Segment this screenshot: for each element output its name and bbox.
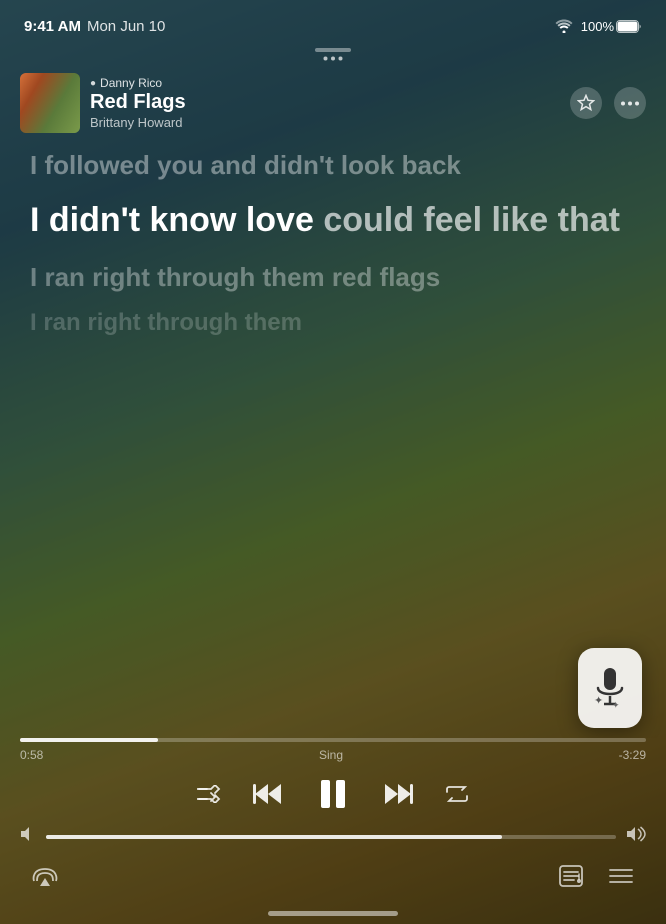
track-title: Red Flags bbox=[90, 91, 186, 114]
mic-button[interactable]: ✦ ✦ bbox=[578, 648, 642, 728]
home-indicator bbox=[0, 907, 666, 924]
volume-fill bbox=[46, 835, 502, 839]
lyrics-area: I followed you and didn't look back I di… bbox=[0, 139, 666, 738]
star-button[interactable] bbox=[570, 87, 602, 119]
album-art-visual bbox=[20, 73, 80, 133]
svg-text:✦: ✦ bbox=[612, 700, 620, 710]
playback-controls bbox=[0, 762, 666, 822]
rewind-button[interactable] bbox=[253, 782, 283, 806]
volume-high-icon bbox=[626, 826, 646, 847]
wifi-icon bbox=[555, 19, 573, 33]
repeat-button[interactable] bbox=[445, 784, 469, 804]
forward-button[interactable] bbox=[383, 782, 413, 806]
home-bar bbox=[268, 911, 398, 916]
pause-button[interactable] bbox=[315, 776, 351, 812]
lyric-future-2: I ran right through them bbox=[30, 307, 636, 338]
track-dj: ● Danny Rico bbox=[90, 76, 186, 90]
lyric-bold-part: I didn't know love bbox=[30, 201, 314, 239]
shuffle-button[interactable] bbox=[197, 785, 221, 803]
track-info: ● Danny Rico Red Flags Brittany Howard bbox=[20, 73, 186, 133]
status-bar: 9:41 AM Mon Jun 10 100% bbox=[0, 0, 666, 44]
battery-icon: 100% bbox=[581, 19, 642, 34]
dj-name: Danny Rico bbox=[100, 76, 162, 90]
volume-slider[interactable] bbox=[46, 835, 616, 839]
time-remaining: -3:29 bbox=[619, 748, 646, 762]
bottom-bar bbox=[0, 857, 666, 907]
now-playing-header: ● Danny Rico Red Flags Brittany Howard bbox=[0, 65, 666, 139]
top-menu-dots[interactable] bbox=[0, 52, 666, 65]
drag-indicator bbox=[0, 44, 666, 52]
time-label: Sing bbox=[319, 748, 343, 762]
status-icons: 100% bbox=[555, 19, 642, 34]
album-art bbox=[20, 73, 80, 133]
status-date: Mon Jun 10 bbox=[87, 18, 165, 35]
volume-low-icon bbox=[20, 826, 36, 847]
track-details: ● Danny Rico Red Flags Brittany Howard bbox=[90, 76, 186, 130]
queue-button[interactable] bbox=[608, 865, 634, 887]
header-actions bbox=[570, 87, 646, 119]
progress-bar[interactable] bbox=[20, 738, 646, 742]
dj-dot-icon: ● bbox=[90, 78, 96, 89]
status-time: 9:41 AM bbox=[24, 18, 81, 35]
lyrics-button[interactable] bbox=[558, 865, 584, 887]
airplay-button[interactable] bbox=[32, 865, 58, 887]
volume-section bbox=[0, 822, 666, 857]
time-elapsed: 0:58 bbox=[20, 748, 43, 762]
progress-fill bbox=[20, 738, 158, 742]
progress-section: 0:58 Sing -3:29 bbox=[0, 738, 666, 762]
svg-text:✦: ✦ bbox=[594, 695, 603, 707]
mic-icon: ✦ ✦ bbox=[592, 666, 628, 710]
progress-times: 0:58 Sing -3:29 bbox=[20, 748, 646, 762]
lyric-current: I didn't know love could feel like that bbox=[30, 199, 636, 242]
lyric-light-part: could feel like that bbox=[323, 201, 620, 239]
lyric-past: I followed you and didn't look back bbox=[30, 149, 636, 183]
right-bottom-actions bbox=[558, 865, 634, 887]
lyric-future-1: I ran right through them red flags bbox=[30, 261, 636, 295]
more-button[interactable] bbox=[614, 87, 646, 119]
track-artist: Brittany Howard bbox=[90, 115, 186, 130]
